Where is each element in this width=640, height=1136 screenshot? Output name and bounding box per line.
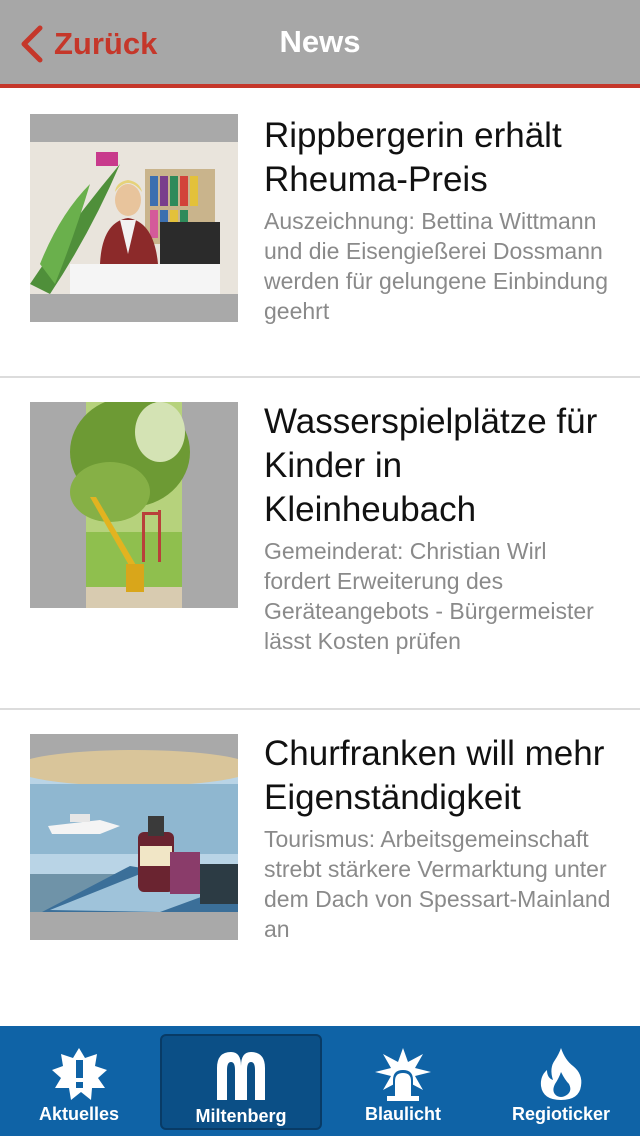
news-teaser: Auszeichnung: Bettina Wittmann und die E… [264, 208, 608, 324]
navigation-bar: Zurück News [0, 0, 640, 88]
news-item[interactable]: Churfranken will mehr Eigenständigkeit T… [0, 710, 640, 1026]
news-thumbnail [30, 402, 238, 608]
tab-miltenberg[interactable]: Miltenberg [160, 1034, 322, 1130]
miltenberg-m-icon [217, 1052, 265, 1100]
news-title: Wasserspielplätze für Kinder in Kleinheu… [264, 402, 598, 529]
tab-blaulicht[interactable]: Blaulicht [324, 1026, 482, 1136]
tab-label: Blaulicht [364, 1104, 441, 1124]
tab-label: Regioticker [511, 1104, 611, 1124]
news-thumbnail [30, 114, 238, 322]
tab-label: Miltenberg [195, 1106, 287, 1126]
exclamation-badge-icon [52, 1048, 107, 1100]
news-item[interactable]: Rippbergerin erhält Rheuma-Preis Auszeic… [0, 92, 640, 378]
siren-icon [375, 1048, 431, 1101]
news-teaser: Tourismus: Arbeitsgemeinschaft strebt st… [264, 826, 611, 942]
tab-label: Aktuelles [38, 1104, 120, 1124]
tab-aktuelles[interactable]: Aktuelles [0, 1026, 158, 1136]
news-teaser: Gemeinderat: Christian Wirl fordert Erwe… [264, 538, 594, 654]
tab-regioticker[interactable]: Regioticker [482, 1026, 640, 1136]
news-title: Rippbergerin erhält Rheuma-Preis [264, 116, 562, 199]
news-list[interactable]: Rippbergerin erhält Rheuma-Preis Auszeic… [0, 92, 640, 1026]
news-title: Churfranken will mehr Eigenständigkeit [264, 734, 605, 817]
news-thumbnail [30, 734, 238, 940]
page-title: News [279, 24, 361, 59]
tab-bar: Aktuelles Miltenberg Blaulicht Regiotick… [0, 1026, 640, 1136]
flame-icon [540, 1048, 582, 1100]
news-item[interactable]: Wasserspielplätze für Kinder in Kleinheu… [0, 378, 640, 710]
